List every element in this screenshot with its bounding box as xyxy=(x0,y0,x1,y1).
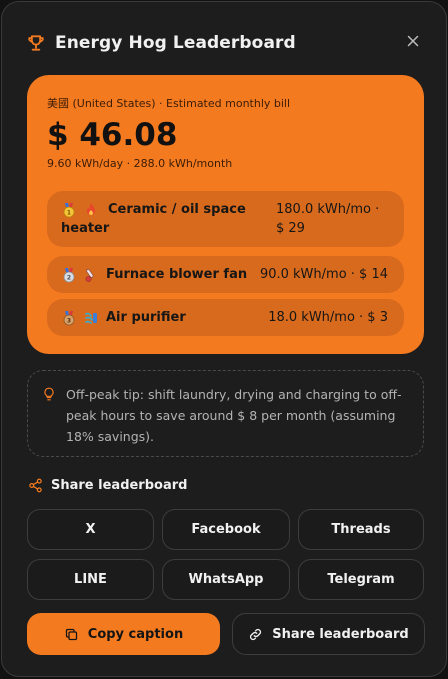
leaderboard-item: 1 Ceramic / oil space heater 180.0 kWh/m… xyxy=(47,191,404,247)
share-section-heading: Share leaderboard xyxy=(28,478,187,493)
leaderboard-panel: Energy Hog Leaderboard 美國 (United States… xyxy=(1,1,447,677)
share-line-button[interactable]: LINE xyxy=(27,559,154,600)
silver-medal-icon: 2 xyxy=(63,267,75,282)
share-heading-label: Share leaderboard xyxy=(51,478,188,493)
bronze-medal-icon: 3 xyxy=(63,310,75,325)
close-icon[interactable] xyxy=(404,32,422,50)
region-label: 美國 (United States) · Estimated monthly b… xyxy=(47,97,291,110)
share-icon xyxy=(29,478,42,493)
copy-caption-button[interactable]: Copy caption xyxy=(27,613,220,655)
fire-icon xyxy=(87,202,95,215)
copy-caption-label: Copy caption xyxy=(87,626,184,642)
tip-text: Off-peak tip: shift laundry, drying and … xyxy=(66,387,402,444)
share-x-button[interactable]: X xyxy=(27,509,154,550)
appliance-name: Furnace blower fan xyxy=(106,267,248,282)
share-leaderboard-label: Share leaderboard xyxy=(272,626,409,642)
appliance-stats: 90.0 kWh/mo · $ 14 xyxy=(259,267,388,282)
header: Energy Hog Leaderboard xyxy=(26,30,422,56)
svg-text:3: 3 xyxy=(67,317,71,324)
share-threads-button[interactable]: Threads xyxy=(298,509,424,550)
page-title: Energy Hog Leaderboard xyxy=(55,33,296,53)
monthly-bill: $ 46.08 xyxy=(47,117,178,153)
appliance-stats: 18.0 kWh/mo · $ 3 xyxy=(268,310,388,325)
fan-icon xyxy=(85,312,97,324)
share-facebook-button[interactable]: Facebook xyxy=(162,509,290,550)
svg-text:2: 2 xyxy=(67,274,71,281)
svg-text:1: 1 xyxy=(67,209,71,216)
appliance-stats: 180.0 kWh/mo · $ 29 xyxy=(276,202,380,236)
trophy-icon xyxy=(28,35,44,51)
link-icon xyxy=(250,628,262,640)
lightbulb-icon xyxy=(44,387,54,401)
appliance-name: Air purifier xyxy=(106,310,186,325)
bill-summary-card: 美國 (United States) · Estimated monthly b… xyxy=(27,75,424,354)
leaderboard-item: 2 Furnace blower fan 90.0 kWh/mo · $ 14 xyxy=(47,256,404,293)
off-peak-tip: Off-peak tip: shift laundry, drying and … xyxy=(27,370,424,457)
share-whatsapp-button[interactable]: WhatsApp xyxy=(162,559,290,600)
leaderboard-item: 3 Air purifier 18.0 kWh/mo · $ 3 xyxy=(47,299,404,336)
copy-icon xyxy=(65,628,77,640)
share-leaderboard-button[interactable]: Share leaderboard xyxy=(232,613,425,655)
thermometer-icon xyxy=(85,268,94,282)
usage-summary: 9.60 kWh/day · 288.0 kWh/month xyxy=(47,157,233,170)
share-telegram-button[interactable]: Telegram xyxy=(298,559,424,600)
gold-medal-icon: 1 xyxy=(63,202,75,217)
